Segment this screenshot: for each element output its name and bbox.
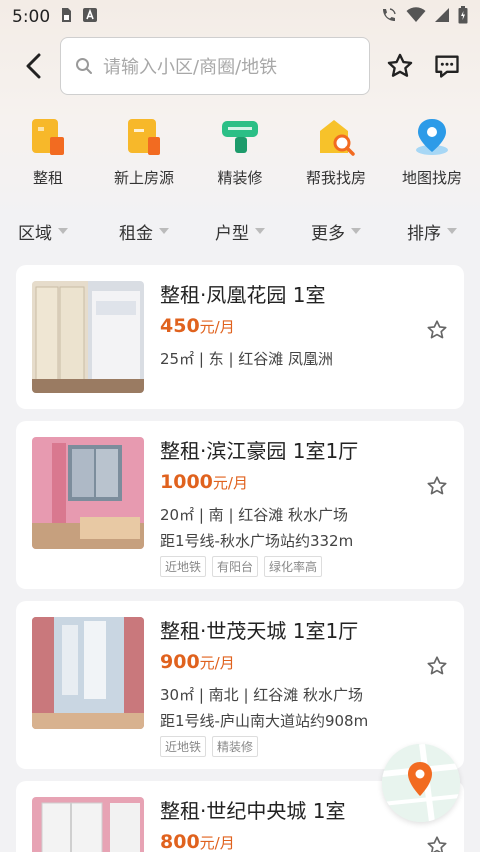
listing-tags: 近地铁 有阳台 绿化率高 bbox=[160, 556, 323, 577]
listing-title: 整租·世茂天城 1室1厅 bbox=[160, 619, 359, 643]
filter-bar: 区域 租金 户型 更多 排序 bbox=[0, 212, 480, 250]
listing-price: 450元/月 bbox=[160, 315, 235, 337]
paint-roller-icon bbox=[220, 115, 260, 159]
map-location-icon bbox=[382, 744, 460, 822]
wifi-icon bbox=[406, 7, 426, 27]
star-outline-icon bbox=[427, 320, 447, 339]
listing-price: 1000元/月 bbox=[160, 471, 248, 493]
listing-title: 整租·世纪中央城 1室 bbox=[160, 799, 346, 823]
search-input[interactable]: 请输入小区/商圈/地铁 bbox=[60, 37, 370, 95]
listing-distance: 距1号线-庐山南大道站约908m bbox=[160, 712, 369, 730]
listing-photo bbox=[32, 281, 144, 393]
status-time: 5:00 bbox=[12, 7, 51, 27]
battery-icon bbox=[458, 6, 468, 28]
star-outline-icon bbox=[427, 836, 447, 852]
filter-more[interactable]: 更多 bbox=[288, 212, 384, 250]
category-map-find[interactable]: 地图找房 bbox=[384, 115, 480, 195]
dropdown-caret-icon bbox=[159, 228, 169, 234]
map-view-button[interactable] bbox=[382, 744, 460, 822]
dropdown-caret-icon bbox=[447, 228, 457, 234]
back-arrow-icon bbox=[26, 53, 41, 79]
listing-photo bbox=[32, 797, 144, 852]
status-bar: 5:00 bbox=[0, 0, 480, 34]
category-fine-decoration[interactable]: 精装修 bbox=[192, 115, 288, 195]
house-search-icon bbox=[316, 115, 356, 159]
star-outline-icon bbox=[427, 656, 447, 675]
tag: 精装修 bbox=[212, 736, 259, 757]
listing-card[interactable]: 整租·凤凰花园 1室 450元/月 25㎡ | 东 | 红谷滩 凤凰洲 bbox=[16, 265, 464, 409]
favorite-listing-button[interactable] bbox=[426, 835, 448, 852]
sim-card-icon bbox=[60, 7, 72, 27]
call-wifi-icon bbox=[380, 6, 398, 28]
listing-distance: 距1号线-秋水广场站约332m bbox=[160, 532, 354, 550]
listing-price: 800元/月 bbox=[160, 831, 235, 852]
favorite-listing-button[interactable] bbox=[426, 475, 448, 497]
favorite-listing-button[interactable] bbox=[426, 319, 448, 341]
filter-layout[interactable]: 户型 bbox=[192, 212, 288, 250]
header: 请输入小区/商圈/地铁 bbox=[0, 34, 480, 98]
tag: 有阳台 bbox=[212, 556, 259, 577]
tag: 近地铁 bbox=[160, 556, 207, 577]
back-button[interactable] bbox=[18, 50, 48, 82]
listing-title: 整租·凤凰花园 1室 bbox=[160, 283, 326, 307]
listing-photo bbox=[32, 437, 144, 549]
tag: 绿化率高 bbox=[264, 556, 323, 577]
search-placeholder: 请输入小区/商圈/地铁 bbox=[103, 57, 278, 78]
category-new-listings[interactable]: 新上房源 bbox=[96, 115, 192, 195]
filter-rent[interactable]: 租金 bbox=[96, 212, 192, 250]
category-bar: 整租 新上房源 精装修 帮我找房 地图找房 bbox=[0, 115, 480, 195]
listing-card[interactable]: 整租·滨江豪园 1室1厅 1000元/月 20㎡ | 南 | 红谷滩 秋水广场 … bbox=[16, 421, 464, 589]
listing-tags: 近地铁 精装修 bbox=[160, 736, 259, 757]
search-icon bbox=[76, 58, 92, 74]
star-icon bbox=[387, 53, 413, 77]
signal-icon bbox=[434, 7, 450, 27]
dropdown-caret-icon bbox=[351, 228, 361, 234]
filter-sort[interactable]: 排序 bbox=[384, 212, 480, 250]
text-a-icon bbox=[82, 7, 98, 27]
category-whole-rent[interactable]: 整租 bbox=[0, 115, 96, 195]
favorite-button[interactable] bbox=[385, 50, 415, 82]
listing-info: 25㎡ | 东 | 红谷滩 凤凰洲 bbox=[160, 350, 334, 368]
listing-info: 30㎡ | 南北 | 红谷滩 秋水广场 bbox=[160, 686, 364, 704]
listing-info: 20㎡ | 南 | 红谷滩 秋水广场 bbox=[160, 506, 349, 524]
listing-price: 900元/月 bbox=[160, 651, 235, 673]
message-icon bbox=[435, 55, 459, 78]
building-icon bbox=[28, 115, 68, 159]
category-help-find[interactable]: 帮我找房 bbox=[288, 115, 384, 195]
filter-area[interactable]: 区域 bbox=[0, 212, 96, 250]
map-pin-icon bbox=[412, 115, 452, 159]
dropdown-caret-icon bbox=[255, 228, 265, 234]
new-listing-icon bbox=[124, 115, 164, 159]
dropdown-caret-icon bbox=[58, 228, 68, 234]
star-outline-icon bbox=[427, 476, 447, 495]
listing-photo bbox=[32, 617, 144, 729]
status-right-icons bbox=[380, 6, 468, 28]
favorite-listing-button[interactable] bbox=[426, 655, 448, 677]
listing-title: 整租·滨江豪园 1室1厅 bbox=[160, 439, 359, 463]
listing-card[interactable]: 整租·世茂天城 1室1厅 900元/月 30㎡ | 南北 | 红谷滩 秋水广场 … bbox=[16, 601, 464, 769]
message-button[interactable] bbox=[432, 50, 462, 82]
tag: 近地铁 bbox=[160, 736, 207, 757]
